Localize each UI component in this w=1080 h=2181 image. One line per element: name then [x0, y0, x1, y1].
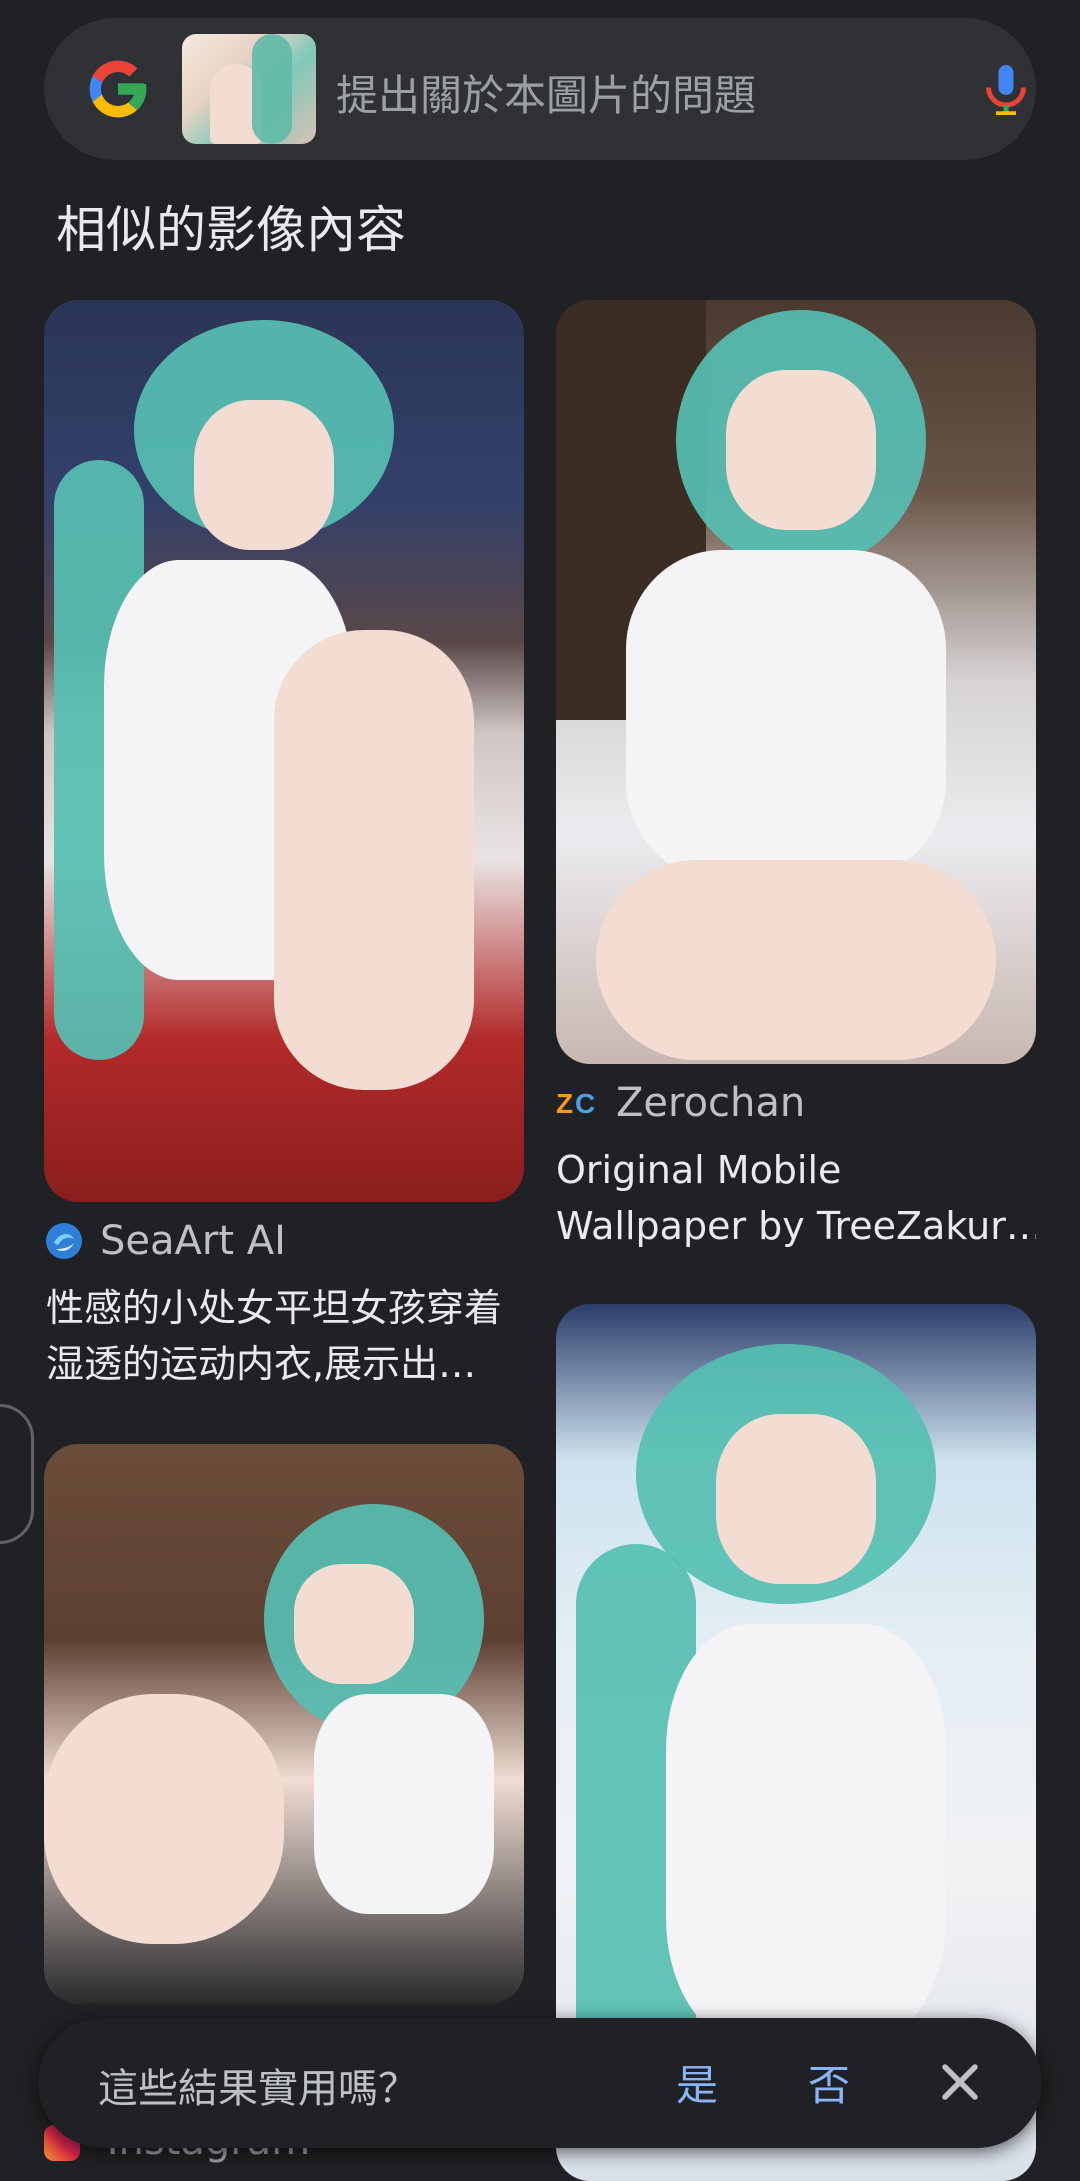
result-source-name-2: Zerochan [616, 1080, 806, 1126]
page: 提出關於本圖片的問題 相似的影像內容 SeaArt AI 性感的小处女平坦女孩穿… [0, 0, 1080, 2181]
result-title-1[interactable]: 性感的小处女平坦女孩穿着 湿透的运动内衣,展示出… [46, 1280, 526, 1392]
feedback-yes-button[interactable]: 是 [676, 2052, 718, 2113]
svg-text:C: C [575, 1088, 595, 1119]
section-title: 相似的影像內容 [56, 201, 406, 259]
zerochan-logo-icon: Z C [556, 1088, 595, 1119]
result-title-2-line1: Original Mobile [556, 1148, 842, 1192]
google-g-icon [89, 60, 147, 118]
search-placeholder[interactable]: 提出關於本圖片的問題 [336, 62, 756, 123]
result-title-2[interactable]: Original Mobile Wallpaper by TreeZakur… [556, 1142, 1036, 1254]
result-image-1[interactable] [44, 300, 524, 1202]
side-panel-handle[interactable] [0, 1404, 34, 1544]
search-bar[interactable]: 提出關於本圖片的問題 [44, 18, 1036, 160]
svg-text:Z: Z [556, 1088, 573, 1119]
result-source-1[interactable]: SeaArt AI [44, 1218, 286, 1264]
result-source-name-1: SeaArt AI [100, 1218, 286, 1264]
result-title-2-line2: Wallpaper by TreeZakur… [556, 1204, 1036, 1248]
result-source-2[interactable]: Z C Zerochan [556, 1080, 805, 1126]
feedback-question: 這些結果實用嗎？ [98, 2066, 418, 2112]
close-icon[interactable] [930, 2052, 990, 2112]
result-image-2[interactable] [556, 300, 1036, 1064]
mic-icon[interactable] [976, 58, 1036, 122]
result-title-1-line2: 湿透的运动内衣,展示出… [46, 1342, 477, 1386]
feedback-no-button[interactable]: 否 [808, 2052, 850, 2113]
feedback-bar: 這些結果實用嗎？ 是 否 [38, 2018, 1042, 2148]
result-image-3[interactable] [44, 1444, 524, 2004]
query-image-thumbnail[interactable] [182, 34, 316, 144]
seaart-logo-icon [46, 1223, 82, 1259]
result-title-1-line1: 性感的小处女平坦女孩穿着 [46, 1286, 503, 1330]
